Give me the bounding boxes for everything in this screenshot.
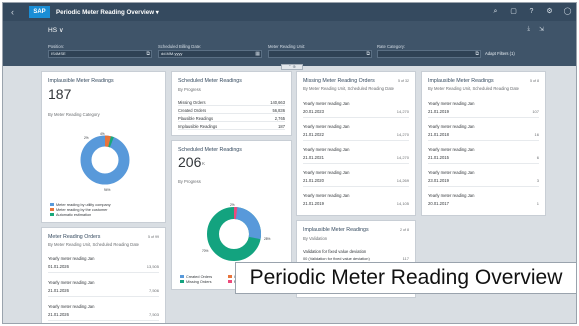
card-subtitle: By Meter Reading Unit, Scheduled Reading…	[48, 242, 140, 247]
item-count: 2 of 8	[400, 228, 409, 232]
billing-date-label: Scheduled Billing Date:	[158, 44, 202, 49]
donut-label: 4%	[100, 132, 105, 136]
expand-icon[interactable]: ⇲	[539, 26, 544, 33]
item-count: 5 of 8	[530, 79, 539, 83]
donut-label: 2%	[230, 203, 235, 207]
legend-item: Missing Orders	[180, 279, 228, 284]
list-item[interactable]: Yearly meter reading Jan 21.01.2018 16	[428, 120, 539, 141]
user-icon[interactable]: ◯	[563, 7, 572, 16]
implausible-readings-card[interactable]: Implausible Meter Readings 187 By Meter …	[41, 71, 166, 223]
back-icon[interactable]: ‹	[11, 7, 21, 17]
search-icon[interactable]: ⌕	[491, 7, 500, 16]
item-count: 5 of 99	[148, 235, 159, 239]
card-title: Implausible Meter Readings	[303, 227, 369, 233]
app-title-menu[interactable]: Periodic Meter Reading Overview ▾	[56, 9, 159, 16]
legend-item: Meter reading by the customer	[50, 207, 111, 212]
table-row[interactable]: Missing Orders 140,663	[178, 99, 285, 106]
value-help-icon[interactable]: ⧉	[146, 51, 150, 57]
progress-donut-chart	[207, 207, 261, 261]
chart-legend: Meter reading by utility company Meter r…	[50, 202, 111, 217]
donut-label: 70%	[202, 249, 209, 253]
donut-label: 28%	[264, 237, 271, 241]
kpi-value: 187	[48, 86, 72, 102]
filter-bar: HS ∨ ⤓ ⇲ Position: IS4MSE ⧉ Scheduled Bi…	[3, 21, 576, 66]
meter-reading-orders-card[interactable]: Meter Reading Orders 5 of 99 By Meter Re…	[41, 227, 166, 323]
list-item[interactable]: Yearly meter reading Jan 21.01.2019 107	[428, 97, 539, 118]
meter-reading-unit-label: Meter Reading Unit:	[268, 44, 306, 49]
card-subtitle: By Meter Reading Unit, Scheduled Reading…	[428, 86, 520, 91]
list-item[interactable]: Yearly meter reading Jan 21.01.2021 14,270	[303, 143, 409, 164]
billing-date-input[interactable]: dd.MM.yyyy ▦	[158, 50, 262, 58]
caption-box: Periodic Meter Reading Overview	[235, 262, 577, 294]
list-item[interactable]: Validation for fixed value deviation 00 (…	[303, 246, 409, 263]
item-count: 5 of 32	[398, 79, 409, 83]
table-row[interactable]: Created Orders 56,836	[178, 107, 285, 114]
card-title: Missing Meter Reading Orders	[303, 78, 375, 84]
list-item[interactable]: Yearly meter reading Jan 21.01.2026 7,50…	[48, 276, 159, 297]
card-subtitle: By Meter Reading Unit, Scheduled Reading…	[303, 86, 395, 91]
collapse-header-button[interactable]: ⌃ ⊕	[281, 64, 303, 70]
list-item[interactable]: Yearly meter reading Jan 21.01.2022 14,270	[303, 120, 409, 141]
legend-item: Automatic estimation	[50, 212, 111, 217]
list-item[interactable]: Yearly meter reading Jan 01.01.2026 13,5…	[48, 252, 159, 273]
position-input[interactable]: IS4MSE ⧉	[48, 50, 152, 58]
list-item[interactable]: Yearly meter reading Jan 23.01.2019 3	[428, 166, 539, 187]
table-row[interactable]: Implausible Readings 187	[178, 123, 285, 130]
missing-orders-card[interactable]: Missing Meter Reading Orders 5 of 32 By …	[296, 71, 416, 216]
category-donut-chart	[80, 135, 130, 185]
list-item[interactable]: Yearly meter reading Jan 20.01.2017 1	[428, 189, 539, 210]
list-item[interactable]: Yearly meter reading Jan 21.01.2015 6	[428, 143, 539, 164]
scheduled-readings-table-card[interactable]: Scheduled Meter Readings By Progress Mis…	[171, 71, 292, 136]
table-row[interactable]: Plausible Readings 2,765	[178, 115, 285, 122]
value-help-icon[interactable]: ⧉	[475, 51, 479, 57]
card-title: Implausible Meter Readings	[428, 78, 494, 84]
donut-segment-utility	[80, 135, 130, 185]
card-title: Implausible Meter Readings	[48, 78, 114, 84]
card-title: Meter Reading Orders	[48, 234, 101, 240]
card-subtitle: By Progress	[178, 179, 201, 184]
sap-logo[interactable]: SAP	[29, 6, 50, 18]
adapt-filters-button[interactable]: Adapt Filters (1)	[485, 51, 515, 56]
notifications-icon[interactable]: ▢	[509, 7, 518, 16]
list-item[interactable]: Yearly meter reading Jan 21.01.2019 14,105	[303, 189, 409, 210]
donut-label: 2%	[84, 136, 89, 140]
value-help-icon[interactable]: ⧉	[366, 51, 370, 57]
meter-reading-unit-input[interactable]: ⧉	[268, 50, 372, 58]
rate-category-label: Rate Category:	[377, 44, 406, 49]
card-subtitle: By Validation	[303, 236, 328, 241]
list-item[interactable]: Yearly meter reading Jan 20.01.2023 14,270	[303, 97, 409, 118]
calendar-icon[interactable]: ▦	[255, 51, 260, 57]
card-title: Scheduled Meter Readings	[178, 78, 242, 84]
help-icon[interactable]: ?	[527, 7, 536, 16]
kpi-unit: K	[202, 161, 206, 166]
list-item[interactable]: Yearly meter reading Jan 21.01.2020 14,269	[303, 166, 409, 187]
card-subtitle: By Meter Reading Category	[48, 112, 100, 117]
caption-text: Periodic Meter Reading Overview	[249, 266, 563, 289]
list-item[interactable]: Yearly meter reading Jan 21.01.2026 7,50…	[48, 300, 159, 321]
card-subtitle: By Progress	[178, 87, 201, 92]
donut-label: 94%	[104, 188, 111, 192]
rate-category-input[interactable]: ⧉	[377, 50, 481, 58]
shell-bar: ‹ SAP Periodic Meter Reading Overview ▾ …	[3, 3, 576, 21]
card-title: Scheduled Meter Readings	[178, 147, 242, 153]
position-label: Position:	[48, 44, 65, 49]
legend-item: Meter reading by utility company	[50, 202, 111, 207]
settings-icon[interactable]: ⚙	[545, 7, 554, 16]
kpi-value: 206	[178, 154, 202, 170]
implausible-list-card[interactable]: Implausible Meter Readings 5 of 8 By Met…	[421, 71, 546, 216]
share-icon[interactable]: ⤓	[527, 26, 530, 33]
variant-selector[interactable]: HS ∨	[48, 26, 64, 34]
